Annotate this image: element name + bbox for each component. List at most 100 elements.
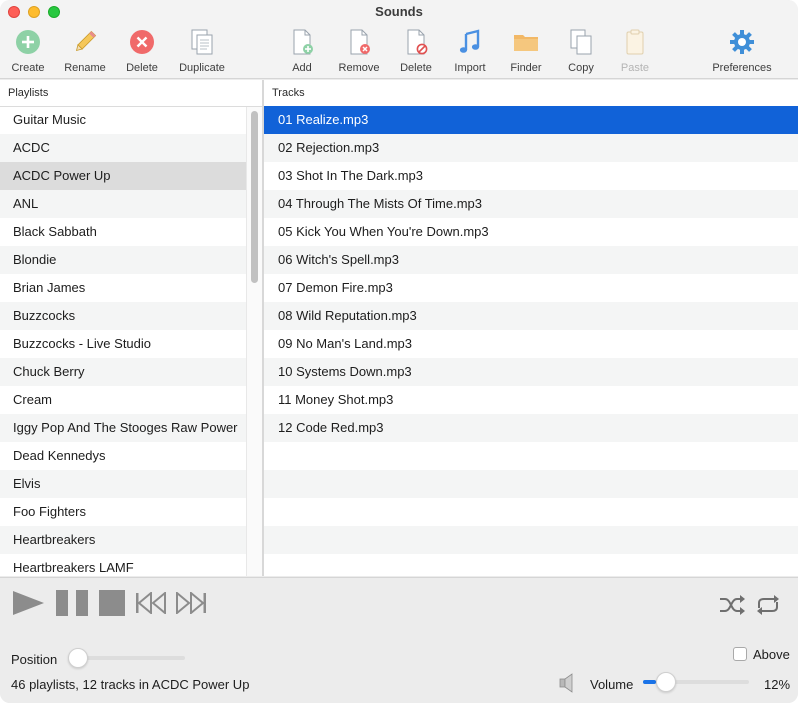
playlist-row[interactable]: Dead Kennedys — [0, 442, 246, 470]
volume-label: Volume — [590, 677, 634, 692]
remove-label: Remove — [338, 62, 380, 74]
delete-playlist-button[interactable]: Delete — [122, 28, 162, 76]
copy-document-icon — [567, 28, 595, 56]
empty-track-row — [264, 442, 798, 470]
delete-track-label: Delete — [400, 62, 432, 74]
playlist-row[interactable]: Heartbreakers — [0, 526, 246, 554]
delete-track-button[interactable]: Delete — [396, 28, 436, 76]
gear-icon — [728, 28, 756, 56]
track-row[interactable]: 01 Realize.mp3 — [264, 106, 798, 134]
pause-icon — [56, 590, 88, 616]
import-label: Import — [454, 62, 486, 74]
delete-document-icon — [402, 28, 430, 56]
playlist-row[interactable]: ANL — [0, 190, 246, 218]
preferences-button[interactable]: Preferences — [708, 28, 776, 76]
tracks-column-header[interactable]: Tracks — [264, 80, 798, 107]
playlist-row[interactable]: Chuck Berry — [0, 358, 246, 386]
track-row[interactable]: 10 Systems Down.mp3 — [264, 358, 798, 386]
play-button[interactable] — [10, 590, 46, 616]
rename-label: Rename — [64, 62, 106, 74]
playlists-list: Guitar Music ACDC ACDC Power Up ANL Black Sa… — [0, 106, 246, 576]
track-row[interactable]: 11 Money Shot.mp3 — [264, 386, 798, 414]
repeat-icon — [757, 595, 779, 615]
pencil-icon — [71, 28, 99, 56]
track-row[interactable]: 07 Demon Fire.mp3 — [264, 274, 798, 302]
playlist-row[interactable]: Iggy Pop And The Stooges Raw Power — [0, 414, 246, 442]
playlist-row[interactable]: Buzzcocks — [0, 302, 246, 330]
playlist-row[interactable]: Brian James — [0, 274, 246, 302]
create-playlist-button[interactable]: Create — [8, 28, 48, 76]
playlist-row[interactable]: ACDC — [0, 134, 246, 162]
playlist-row[interactable]: Black Sabbath — [0, 218, 246, 246]
track-row[interactable]: 08 Wild Reputation.mp3 — [264, 302, 798, 330]
remove-document-icon — [345, 28, 373, 56]
import-button[interactable]: Import — [450, 28, 490, 76]
title-bar: Sounds Create Rename Delete Duplicate Ad… — [0, 0, 798, 79]
playlist-row[interactable]: Buzzcocks - Live Studio — [0, 330, 246, 358]
playlist-row[interactable]: Cream — [0, 386, 246, 414]
plus-circle-icon — [14, 28, 42, 56]
tracks-pane: Tracks 01 Realize.mp3 02 Rejection.mp3 03 … — [264, 80, 798, 576]
stop-icon — [99, 590, 125, 616]
pause-button[interactable] — [55, 590, 89, 616]
previous-icon — [136, 592, 166, 614]
playlist-row[interactable]: ACDC Power Up — [0, 162, 246, 190]
volume-slider-fill — [643, 680, 656, 684]
above-label: Above — [753, 647, 790, 662]
playlist-row[interactable]: Heartbreakers LAMF — [0, 554, 246, 576]
empty-track-row — [264, 554, 798, 576]
music-note-icon — [456, 28, 484, 56]
sounds-window: Sounds Create Rename Delete Duplicate Ad… — [0, 0, 798, 703]
playlist-row[interactable]: Guitar Music — [0, 106, 246, 134]
track-row[interactable]: 06 Witch's Spell.mp3 — [264, 246, 798, 274]
playlist-row[interactable]: Elvis — [0, 470, 246, 498]
copy-button[interactable]: Copy — [562, 28, 600, 76]
paste-label: Paste — [620, 62, 650, 74]
track-row[interactable]: 05 Kick You When You're Down.mp3 — [264, 218, 798, 246]
track-row[interactable]: 02 Rejection.mp3 — [264, 134, 798, 162]
position-label: Position — [11, 652, 58, 667]
position-slider-knob[interactable] — [68, 648, 88, 668]
track-row[interactable]: 12 Code Red.mp3 — [264, 414, 798, 442]
window-title: Sounds — [375, 4, 423, 19]
shuffle-button[interactable] — [719, 594, 745, 616]
playlists-pane: Playlists Guitar Music ACDC ACDC Power Up A… — [0, 80, 262, 576]
shuffle-icon — [720, 595, 745, 615]
empty-track-row — [264, 526, 798, 554]
rename-playlist-button[interactable]: Rename — [62, 28, 108, 76]
empty-track-row — [264, 470, 798, 498]
add-document-icon — [288, 28, 316, 56]
stop-button[interactable] — [98, 590, 126, 616]
track-row[interactable]: 04 Through The Mists Of Time.mp3 — [264, 190, 798, 218]
play-icon — [13, 591, 44, 615]
finder-button[interactable]: Finder — [506, 28, 546, 76]
player-controls: Position Above 46 playlists, 12 tracks i… — [0, 577, 798, 703]
create-label: Create — [11, 62, 45, 74]
preferences-label: Preferences — [712, 62, 772, 74]
above-checkbox[interactable] — [733, 647, 747, 661]
track-row[interactable]: 09 No Man's Land.mp3 — [264, 330, 798, 358]
next-track-button[interactable] — [175, 592, 207, 614]
repeat-button[interactable] — [754, 594, 782, 616]
empty-track-row — [264, 498, 798, 526]
playlists-scroll-thumb[interactable] — [251, 111, 258, 283]
playlist-row[interactable]: Blondie — [0, 246, 246, 274]
volume-percent: 12% — [764, 677, 791, 692]
next-icon — [176, 592, 206, 614]
remove-track-button[interactable]: Remove — [336, 28, 382, 76]
copy-label: Copy — [568, 62, 594, 74]
paste-button[interactable]: Paste — [616, 28, 654, 76]
volume-slider-knob[interactable] — [655, 672, 676, 692]
playlist-row[interactable]: Foo Fighters — [0, 498, 246, 526]
duplicate-playlist-button[interactable]: Duplicate — [176, 28, 228, 76]
speaker-icon — [557, 672, 579, 694]
playlists-column-header[interactable]: Playlists — [0, 80, 262, 107]
track-row[interactable]: 03 Shot In The Dark.mp3 — [264, 162, 798, 190]
finder-label: Finder — [510, 62, 542, 74]
previous-track-button[interactable] — [135, 592, 167, 614]
add-label: Add — [292, 62, 312, 74]
folder-icon — [512, 28, 540, 56]
playlists-scrollbar[interactable] — [246, 107, 262, 576]
duplicate-document-icon — [188, 28, 216, 56]
add-track-button[interactable]: Add — [284, 28, 320, 76]
